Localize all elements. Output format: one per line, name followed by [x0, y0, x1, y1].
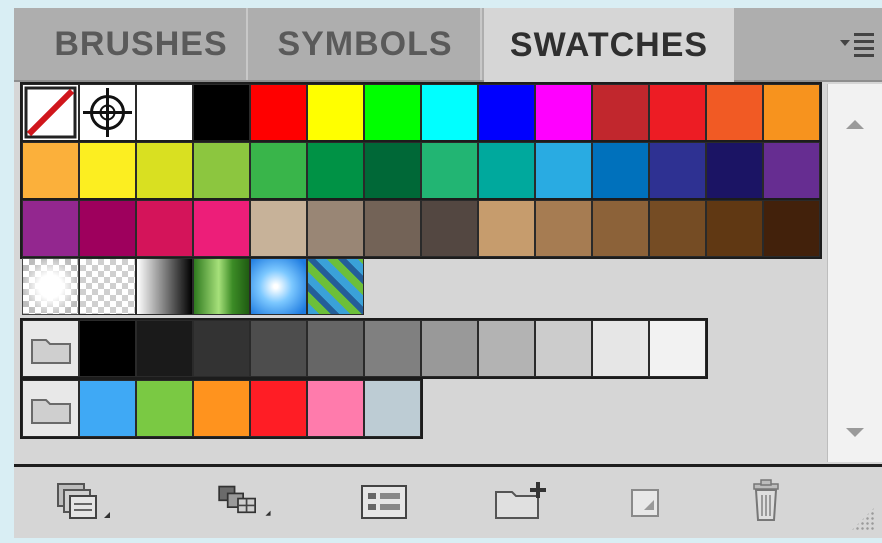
delete-swatch-icon[interactable]	[736, 477, 796, 527]
color-swatch[interactable]	[79, 142, 136, 199]
gradient-pattern-row	[22, 258, 364, 315]
color-swatch[interactable]	[250, 200, 307, 257]
color-swatch[interactable]	[136, 142, 193, 199]
color-swatch[interactable]	[364, 200, 421, 257]
tab-brushes[interactable]: BRUSHES	[36, 8, 248, 80]
folder-icon[interactable]	[22, 380, 79, 437]
panel-tab-bar: BRUSHES SYMBOLS SWATCHES	[14, 8, 882, 82]
color-swatch[interactable]	[307, 200, 364, 257]
color-swatch[interactable]	[193, 200, 250, 257]
color-group-grays	[20, 318, 708, 379]
swatch-radial-transparent[interactable]	[22, 258, 79, 315]
swatch-row	[20, 198, 822, 259]
color-swatch[interactable]	[763, 142, 820, 199]
color-swatch[interactable]	[136, 320, 193, 377]
resize-grip-icon[interactable]	[850, 506, 876, 532]
color-swatch[interactable]	[478, 320, 535, 377]
swatch-checker-transparent[interactable]	[79, 258, 136, 315]
color-swatch[interactable]	[136, 200, 193, 257]
color-swatch[interactable]	[535, 84, 592, 141]
color-swatch[interactable]	[478, 200, 535, 257]
color-swatch[interactable]	[421, 142, 478, 199]
color-swatch[interactable]	[535, 142, 592, 199]
color-swatch[interactable]	[706, 84, 763, 141]
show-swatch-kinds-menu-icon[interactable]	[214, 477, 274, 527]
tab-swatches[interactable]: SWATCHES	[484, 8, 734, 82]
color-swatch[interactable]	[421, 320, 478, 377]
color-swatch[interactable]	[136, 84, 193, 141]
swatch-linear-black-white[interactable]	[136, 258, 193, 315]
color-swatch[interactable]	[592, 84, 649, 141]
swatch-blue-radial[interactable]	[250, 258, 307, 315]
color-swatch[interactable]	[79, 320, 136, 377]
color-swatch[interactable]	[307, 380, 364, 437]
color-swatch[interactable]	[649, 200, 706, 257]
color-swatch[interactable]	[706, 200, 763, 257]
swatch-none-icon[interactable]	[22, 84, 79, 141]
panel-bottom-toolbar	[14, 467, 882, 538]
color-swatch[interactable]	[706, 142, 763, 199]
panel-menu-icon[interactable]	[834, 22, 878, 66]
swatch-options-icon[interactable]	[354, 477, 414, 527]
color-swatch[interactable]	[535, 320, 592, 377]
color-swatch[interactable]	[649, 142, 706, 199]
tab-symbols[interactable]: SYMBOLS	[250, 8, 482, 80]
color-swatch[interactable]	[592, 142, 649, 199]
swatch-row	[20, 140, 822, 201]
swatch-green-blue-pattern[interactable]	[307, 258, 364, 315]
color-swatch[interactable]	[763, 200, 820, 257]
color-swatch[interactable]	[193, 142, 250, 199]
color-swatch[interactable]	[136, 380, 193, 437]
new-swatch-icon[interactable]	[616, 477, 676, 527]
scroll-down-icon[interactable]	[846, 428, 864, 437]
color-swatch[interactable]	[364, 142, 421, 199]
color-swatch[interactable]	[193, 320, 250, 377]
color-swatch[interactable]	[421, 200, 478, 257]
color-swatch[interactable]	[250, 320, 307, 377]
color-swatch[interactable]	[364, 84, 421, 141]
color-swatch[interactable]	[649, 84, 706, 141]
color-swatch[interactable]	[193, 380, 250, 437]
color-swatch[interactable]	[22, 200, 79, 257]
color-swatch[interactable]	[250, 380, 307, 437]
color-swatch[interactable]	[478, 84, 535, 141]
color-group-brights	[20, 378, 423, 439]
color-swatch[interactable]	[307, 320, 364, 377]
color-swatch[interactable]	[364, 380, 421, 437]
swatch-row	[20, 82, 822, 143]
swatches-panel: BRUSHES SYMBOLS SWATCHES	[14, 8, 882, 538]
color-swatch[interactable]	[763, 84, 820, 141]
folder-icon[interactable]	[22, 320, 79, 377]
color-swatch[interactable]	[649, 320, 706, 377]
color-swatch[interactable]	[250, 142, 307, 199]
swatch-grid	[20, 82, 827, 462]
color-swatch[interactable]	[535, 200, 592, 257]
color-swatch[interactable]	[307, 142, 364, 199]
color-swatch[interactable]	[478, 142, 535, 199]
color-swatch[interactable]	[250, 84, 307, 141]
scrollbar[interactable]	[827, 84, 882, 462]
swatch-green-cylinder[interactable]	[193, 258, 250, 315]
color-swatch[interactable]	[592, 200, 649, 257]
color-swatch[interactable]	[592, 320, 649, 377]
color-swatch[interactable]	[79, 380, 136, 437]
color-swatch[interactable]	[307, 84, 364, 141]
new-color-group-icon[interactable]	[492, 477, 552, 527]
scroll-up-icon[interactable]	[846, 120, 864, 129]
color-swatch[interactable]	[193, 84, 250, 141]
color-swatch[interactable]	[364, 320, 421, 377]
swatch-libraries-menu-icon[interactable]	[52, 477, 112, 527]
color-swatch[interactable]	[421, 84, 478, 141]
color-swatch[interactable]	[22, 142, 79, 199]
color-swatch[interactable]	[79, 200, 136, 257]
swatch-registration-icon[interactable]	[79, 84, 136, 141]
